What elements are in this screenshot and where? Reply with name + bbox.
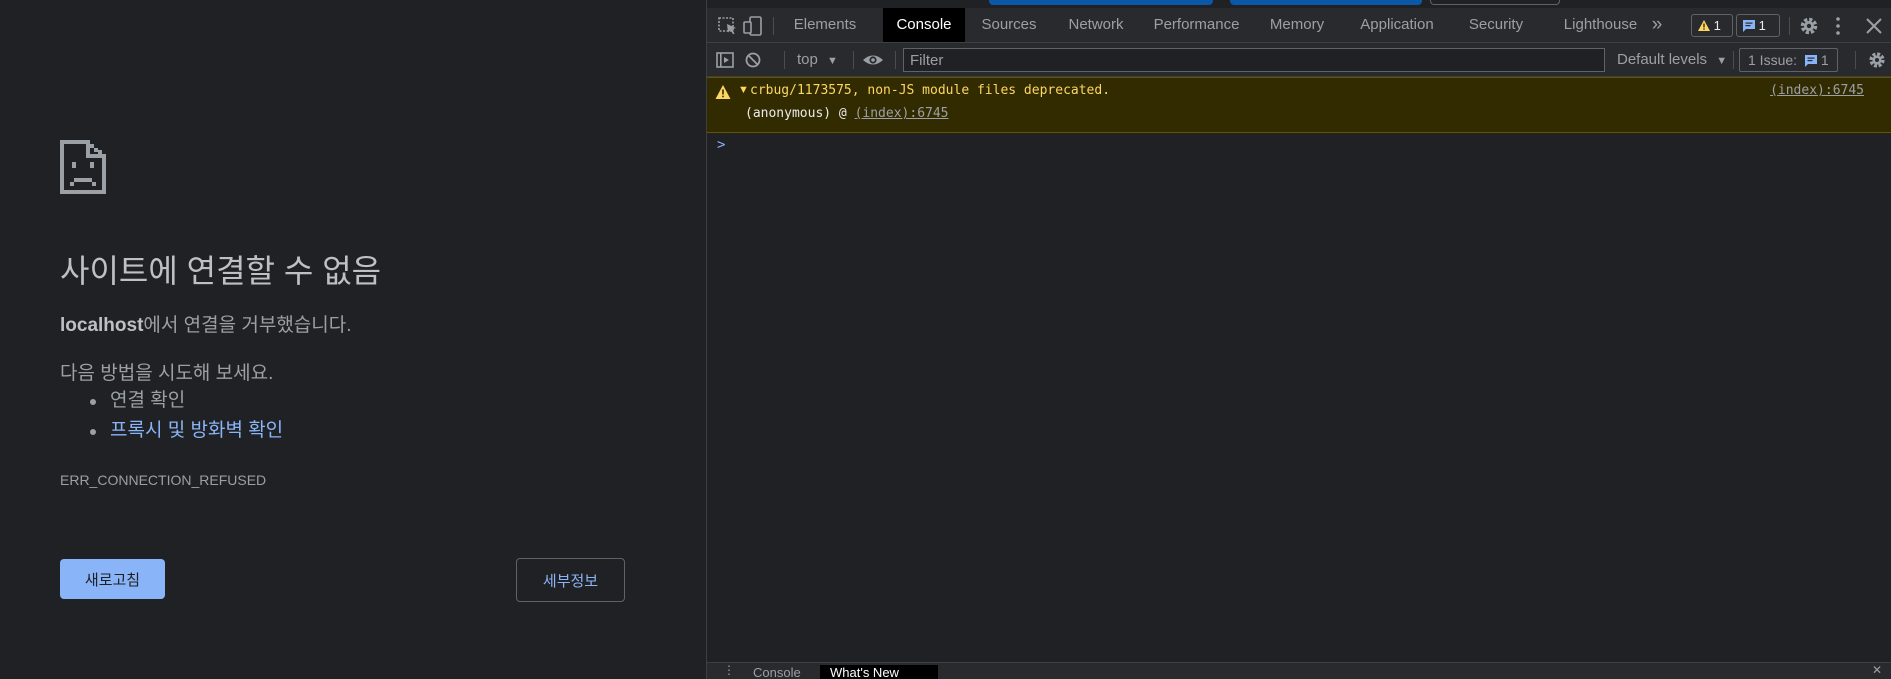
drawer-tab-console[interactable]: Console — [747, 665, 805, 679]
error-host: localhost — [60, 315, 144, 336]
suggestion-list: 연결 확인 프록시 및 방화벽 확인 — [90, 386, 283, 446]
filter-input[interactable] — [903, 48, 1605, 72]
console-prompt[interactable]: > — [717, 137, 725, 153]
details-button[interactable]: 세부정보 — [516, 558, 625, 602]
message-icon — [1743, 20, 1755, 32]
toolbar-separator — [895, 51, 896, 69]
expand-triangle-icon[interactable]: ▼ — [738, 84, 749, 96]
chevron-down-icon: ▼ — [1716, 55, 1728, 67]
error-description: localhost에서 연결을 거부했습니다. — [60, 310, 352, 337]
message-icon — [1804, 55, 1817, 67]
tab-network[interactable]: Network — [1053, 8, 1139, 42]
tabbar-separator — [773, 17, 774, 35]
suggestion-check-proxy-firewall-link[interactable]: 프록시 및 방화벽 확인 — [90, 416, 283, 446]
toolbar-separator — [784, 51, 785, 69]
clear-console-icon[interactable] — [743, 50, 763, 70]
stack-trace-line: (anonymous) @ (index):6745 — [745, 106, 949, 121]
try-heading: 다음 방법을 시도해 보세요. — [60, 363, 274, 384]
tab-sources[interactable]: Sources — [965, 8, 1053, 42]
tab-memory[interactable]: Memory — [1254, 8, 1340, 42]
warning-text: crbug/1173575, non-JS module files depre… — [750, 83, 1111, 98]
close-devtools-icon[interactable] — [1863, 15, 1885, 37]
more-tabs-icon[interactable]: » — [1639, 8, 1675, 42]
issues-count: 1 — [1820, 52, 1829, 68]
stack-source-link[interactable]: (index):6745 — [855, 106, 949, 121]
warning-source-link[interactable]: (index):6745 — [1770, 83, 1864, 98]
top-strip — [707, 0, 1891, 8]
tabbar-separator — [1789, 17, 1790, 35]
suggestion-check-connection: 연결 확인 — [90, 386, 283, 416]
issues-label: 1 Issue: — [1748, 52, 1798, 68]
tab-performance[interactable]: Performance — [1139, 8, 1254, 42]
drawer-tabbar: ⋮ Console What's New ✕ — [707, 662, 1891, 679]
strip-segment — [1230, 0, 1422, 5]
warning-triangle-icon — [715, 85, 731, 99]
context-selector[interactable]: top ▼ — [797, 43, 838, 77]
context-selector-value: top — [797, 51, 818, 68]
settings-gear-icon[interactable] — [1798, 15, 1820, 37]
inspect-element-icon[interactable] — [717, 15, 739, 37]
error-code: ERR_CONNECTION_REFUSED — [60, 472, 267, 488]
messages-count: 1 — [1758, 18, 1766, 33]
console-toolbar: top ▼ Default levels ▼ 1 Issue: 1 — [707, 43, 1891, 77]
messages-badge[interactable]: 1 — [1736, 14, 1780, 37]
sad-page-icon — [60, 140, 106, 194]
console-settings-gear-icon[interactable] — [1867, 50, 1887, 70]
tab-application[interactable]: Application — [1340, 8, 1454, 42]
drawer-menu-icon[interactable]: ⋮ — [723, 663, 735, 677]
strip-segment — [1430, 0, 1560, 5]
reload-button[interactable]: 새로고침 — [60, 559, 165, 599]
show-sidebar-icon[interactable] — [715, 50, 735, 70]
more-options-icon[interactable] — [1827, 15, 1849, 37]
console-warning-message: ▼ crbug/1173575, non-JS module files dep… — [707, 77, 1891, 133]
warnings-badge[interactable]: 1 — [1691, 14, 1733, 37]
toolbar-separator — [1855, 51, 1856, 69]
log-levels-value: Default levels — [1617, 51, 1708, 68]
device-toolbar-icon[interactable] — [742, 15, 764, 37]
warning-triangle-icon — [1698, 20, 1710, 31]
toolbar-separator — [1733, 51, 1734, 69]
drawer-tab-whats-new[interactable]: What's New — [820, 665, 938, 679]
stack-function: (anonymous) — [745, 106, 832, 121]
error-title: 사이트에 연결할 수 없음 — [60, 253, 382, 289]
chevron-down-icon: ▼ — [827, 55, 838, 67]
devtools-tabbar: Elements Console Sources Network Perform… — [707, 8, 1891, 43]
live-expression-eye-icon[interactable] — [861, 50, 885, 70]
console-messages: ▼ crbug/1173575, non-JS module files dep… — [707, 77, 1891, 662]
log-levels-selector[interactable]: Default levels ▼ — [1617, 43, 1727, 77]
tab-security[interactable]: Security — [1454, 8, 1538, 42]
error-description-suffix: 에서 연결을 거부했습니다. — [143, 315, 352, 336]
issues-button[interactable]: 1 Issue: 1 — [1739, 48, 1838, 72]
devtools-panel: Elements Console Sources Network Perform… — [706, 0, 1891, 679]
stack-at: @ — [838, 106, 847, 121]
warnings-count: 1 — [1713, 18, 1721, 33]
tab-elements[interactable]: Elements — [783, 8, 867, 42]
toolbar-separator — [853, 51, 854, 69]
error-page: 사이트에 연결할 수 없음 localhost에서 연결을 거부했습니다. 다음… — [0, 0, 706, 679]
tab-console[interactable]: Console — [883, 8, 965, 42]
strip-segment — [989, 0, 1213, 5]
close-drawer-icon[interactable]: ✕ — [1872, 663, 1882, 677]
